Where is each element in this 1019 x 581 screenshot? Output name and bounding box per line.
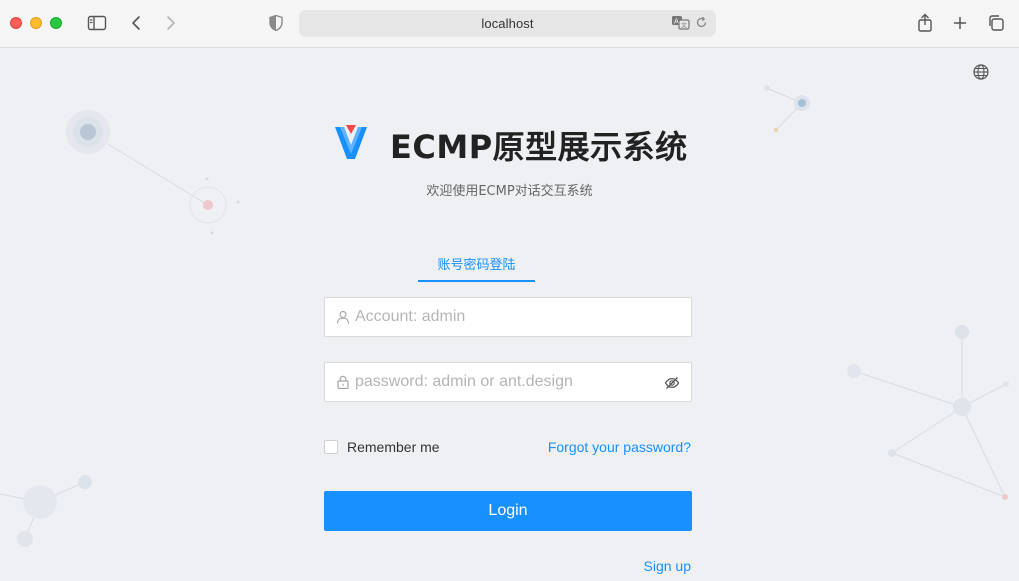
user-icon xyxy=(336,310,350,324)
page-title: ECMP原型展示系统 xyxy=(390,128,688,166)
share-icon[interactable] xyxy=(914,12,936,34)
remember-me-control[interactable]: Remember me xyxy=(324,439,440,455)
address-bar[interactable]: localhost A文 xyxy=(299,10,716,37)
tabs-overview-icon[interactable] xyxy=(985,12,1007,34)
password-field[interactable] xyxy=(324,362,692,402)
tab-account-login[interactable]: 账号密码登陆 xyxy=(418,244,535,282)
account-field[interactable] xyxy=(324,297,692,337)
eye-invisible-icon[interactable] xyxy=(664,375,680,391)
page-subtitle: 欢迎使用ECMP对话交互系统 xyxy=(426,184,593,199)
forgot-password-link[interactable]: Forgot your password? xyxy=(548,439,691,455)
tab-active-indicator xyxy=(418,280,535,282)
svg-text:文: 文 xyxy=(681,22,687,30)
tab-label: 账号密码登陆 xyxy=(437,258,516,273)
close-window-button[interactable] xyxy=(10,17,22,29)
url-text: localhost xyxy=(481,16,534,31)
chevron-left-icon[interactable] xyxy=(125,12,147,34)
remember-me-checkbox[interactable] xyxy=(324,440,338,454)
account-input[interactable] xyxy=(355,298,655,336)
zoom-window-button[interactable] xyxy=(50,17,62,29)
translate-icon[interactable]: A文 xyxy=(671,15,691,35)
shield-icon[interactable] xyxy=(265,12,287,34)
chevron-right-icon[interactable] xyxy=(160,12,182,34)
brand-logo xyxy=(333,123,369,163)
browser-toolbar: localhost A文 xyxy=(0,0,1019,48)
login-button[interactable]: Login xyxy=(324,491,692,531)
sidebar-icon[interactable] xyxy=(86,12,108,34)
lock-icon xyxy=(336,375,350,390)
login-page: ECMP原型展示系统 欢迎使用ECMP对话交互系统 账号密码登陆 Remembe… xyxy=(0,49,1019,581)
globe-icon[interactable] xyxy=(971,62,991,82)
minimize-window-button[interactable] xyxy=(30,17,42,29)
sign-up-link[interactable]: Sign up xyxy=(644,558,691,574)
reload-icon[interactable] xyxy=(695,16,708,34)
plus-icon[interactable] xyxy=(949,12,971,34)
remember-me-label: Remember me xyxy=(347,439,440,455)
svg-text:A: A xyxy=(674,18,679,26)
password-input[interactable] xyxy=(355,363,655,401)
